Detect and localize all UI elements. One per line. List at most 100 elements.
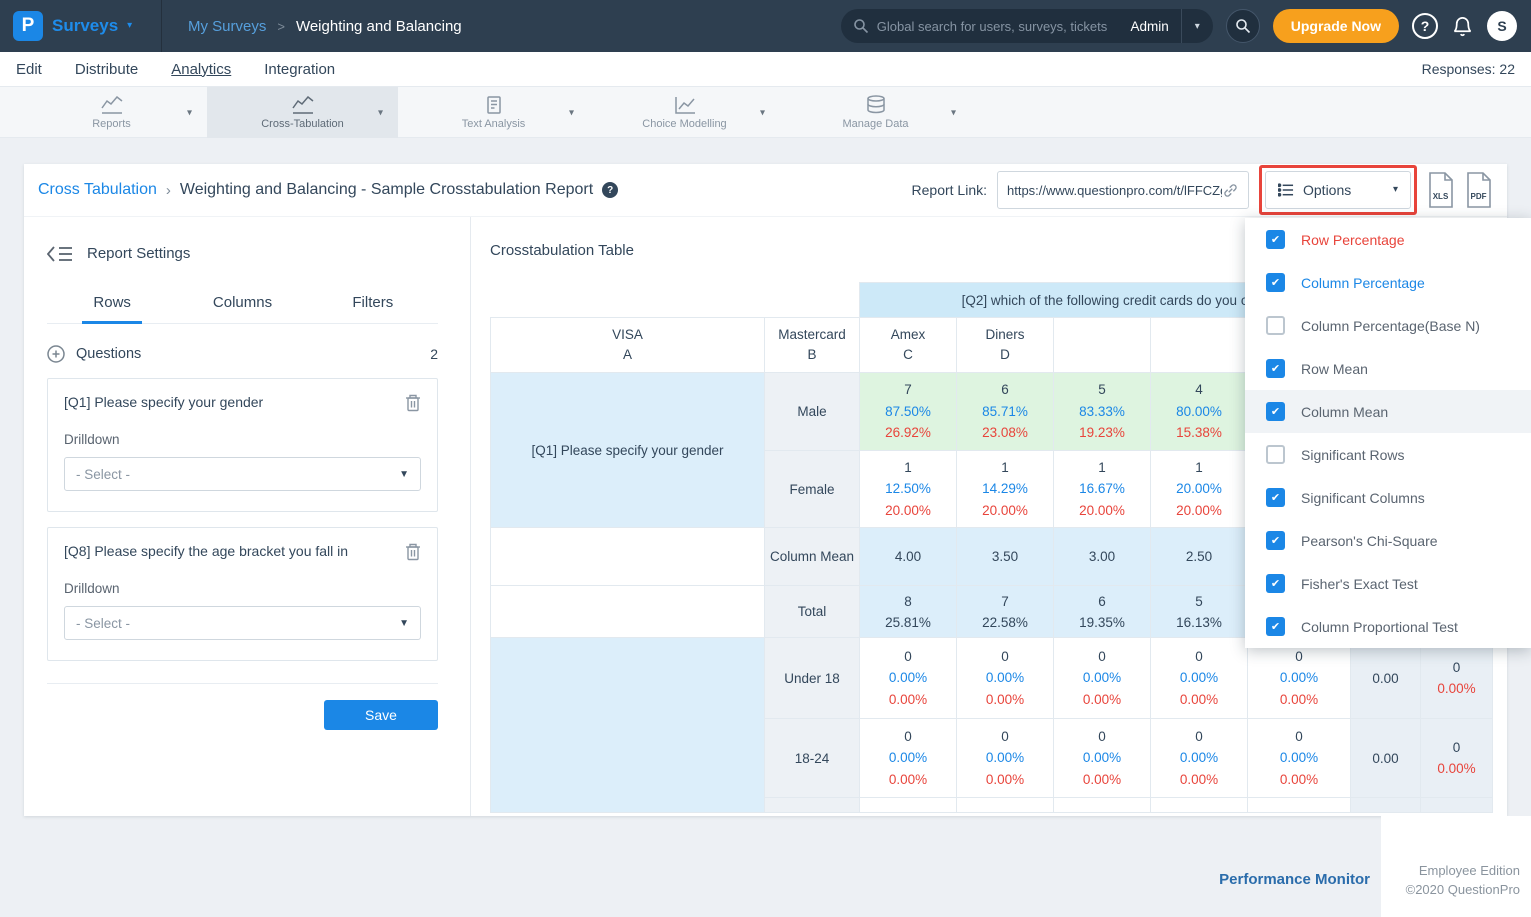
questionpro-logo[interactable]: P [13, 11, 43, 41]
report-url-input[interactable]: https://www.questionpro.com/t/lFFCZg [997, 171, 1249, 209]
product-name[interactable]: Surveys [52, 16, 118, 36]
user-avatar[interactable]: S [1487, 11, 1517, 41]
upgrade-now-button[interactable]: Upgrade Now [1273, 9, 1399, 43]
questions-label: Questions [76, 346, 141, 362]
report-link-label: Report Link: [912, 182, 987, 198]
nav-integration[interactable]: Integration [264, 61, 335, 78]
breadcrumb-my-surveys[interactable]: My Surveys [188, 18, 266, 35]
menu-item-significant-rows[interactable]: Significant Rows [1245, 433, 1531, 476]
save-button[interactable]: Save [324, 700, 438, 730]
checkbox-checked-icon[interactable] [1266, 230, 1285, 249]
edition-label: Employee Edition [1406, 861, 1520, 880]
crosstab-cell: 516.13% [1151, 586, 1248, 638]
text-document-icon [483, 96, 505, 114]
checkbox-checked-icon[interactable] [1266, 531, 1285, 550]
crosstab-cell: 3.50 [957, 528, 1054, 586]
add-question-icon[interactable] [47, 345, 65, 363]
notifications-bell-icon[interactable] [1451, 15, 1474, 38]
nav-distribute[interactable]: Distribute [75, 61, 138, 78]
delete-question-icon[interactable] [405, 543, 421, 561]
ribbon-tab-reports[interactable]: Reports ▾ [16, 87, 207, 138]
menu-item-column-proportional-test[interactable]: Column Proportional Test [1245, 605, 1531, 648]
options-label: Options [1303, 182, 1351, 198]
menu-item-column-percentage-base-n[interactable]: Column Percentage(Base N) [1245, 304, 1531, 347]
menu-item-significant-columns[interactable]: Significant Columns [1245, 476, 1531, 519]
breadcrumb-current-survey: Weighting and Balancing [296, 18, 462, 35]
options-list-icon [1278, 183, 1294, 197]
pdf-label: PDF [1471, 192, 1487, 201]
menu-item-pearsons-chi-square[interactable]: Pearson's Chi-Square [1245, 519, 1531, 562]
checkbox-checked-icon[interactable] [1266, 488, 1285, 507]
chevron-down-icon[interactable]: ▾ [127, 21, 132, 31]
row-total-cell: 00.00% [1421, 719, 1493, 798]
product-switcher[interactable]: P Surveys ▾ [0, 0, 162, 52]
nav-analytics[interactable]: Analytics [171, 61, 231, 78]
export-xls-button[interactable]: XLS [1427, 172, 1455, 208]
link-icon[interactable] [1222, 182, 1239, 199]
ribbon-tab-text-analysis[interactable]: Text Analysis ▾ [398, 87, 589, 138]
chevron-down-icon: ▼ [399, 469, 409, 480]
xls-label: XLS [1433, 192, 1449, 201]
search-scope-dropdown[interactable]: ▾ [1181, 9, 1213, 43]
crosstab-cell: 00.00%0.00% [957, 719, 1054, 798]
menu-item-row-mean[interactable]: Row Mean [1245, 347, 1531, 390]
search-scope-value[interactable]: Admin [1119, 19, 1181, 34]
checkbox-checked-icon[interactable] [1266, 273, 1285, 292]
checkbox-checked-icon[interactable] [1266, 574, 1285, 593]
menu-item-row-percentage[interactable]: Row Percentage [1245, 218, 1531, 261]
crosstab-cell: 00.00%0.00% [1248, 719, 1351, 798]
help-badge-icon[interactable]: ? [602, 182, 618, 198]
tab-columns[interactable]: Columns [177, 285, 307, 323]
crosstab-cell: 00.00%0.00% [860, 638, 957, 719]
delete-question-icon[interactable] [405, 394, 421, 412]
breadcrumb: My Surveys > Weighting and Balancing [188, 18, 462, 35]
nav-edit[interactable]: Edit [16, 61, 42, 78]
cross-tabulation-breadcrumb-link[interactable]: Cross Tabulation [38, 181, 157, 199]
question-card-q1: [Q1] Please specify your gender Drilldow… [47, 378, 438, 512]
menu-item-fishers-exact-test[interactable]: Fisher's Exact Test [1245, 562, 1531, 605]
collapse-panel-icon[interactable] [47, 246, 73, 262]
performance-monitor-link[interactable]: Performance Monitor [1219, 871, 1370, 888]
chevron-down-icon[interactable]: ▾ [760, 107, 765, 118]
questions-count: 2 [430, 346, 438, 362]
menu-item-column-percentage[interactable]: Column Percentage [1245, 261, 1531, 304]
analytics-ribbon: Reports ▾ Cross-Tabulation ▾ Text Analys… [0, 87, 1531, 138]
drilldown-label: Drilldown [64, 432, 421, 447]
chevron-down-icon[interactable]: ▾ [187, 107, 192, 118]
chevron-down-icon[interactable]: ▾ [378, 107, 383, 118]
ribbon-tab-cross-tabulation[interactable]: Cross-Tabulation ▾ [207, 87, 398, 138]
search-placeholder[interactable]: Global search for users, surveys, ticket… [877, 19, 1119, 34]
global-search-input[interactable]: Global search for users, surveys, ticket… [841, 9, 1213, 43]
options-button[interactable]: Options ▾ [1265, 171, 1411, 209]
ribbon-tab-label: Reports [92, 118, 131, 130]
crosstab-cell: 00.00%0.00% [1054, 719, 1151, 798]
ribbon-tab-label: Cross-Tabulation [261, 118, 344, 130]
crosstab-cell: 00.00%0.00% [860, 719, 957, 798]
crosstab-cell: 787.50%26.92% [860, 373, 957, 451]
drilldown-select[interactable]: - Select - ▼ [64, 457, 421, 491]
ribbon-tab-manage-data[interactable]: Manage Data ▾ [780, 87, 971, 138]
help-icon[interactable]: ? [1412, 13, 1438, 39]
export-pdf-button[interactable]: PDF [1465, 172, 1493, 208]
column-header-amex: AmexC [860, 318, 957, 373]
crosstab-cell: 825.81% [860, 586, 957, 638]
options-dropdown-menu: Row Percentage Column Percentage Column … [1245, 218, 1531, 648]
checkbox-checked-icon[interactable] [1266, 617, 1285, 636]
menu-item-column-mean[interactable]: Column Mean [1245, 390, 1531, 433]
search-button[interactable] [1226, 9, 1260, 43]
drilldown-select[interactable]: - Select - ▼ [64, 606, 421, 640]
tab-filters[interactable]: Filters [308, 285, 438, 323]
clipped-row-label [765, 798, 860, 813]
chevron-down-icon[interactable]: ▾ [569, 107, 574, 118]
checkbox-checked-icon[interactable] [1266, 402, 1285, 421]
responses-count[interactable]: Responses: 22 [1422, 61, 1515, 77]
checkbox-unchecked-icon[interactable] [1266, 316, 1285, 335]
tab-rows[interactable]: Rows [47, 285, 177, 323]
checkbox-checked-icon[interactable] [1266, 359, 1285, 378]
report-actions: Report Link: https://www.questionpro.com… [912, 165, 1493, 215]
checkbox-unchecked-icon[interactable] [1266, 445, 1285, 464]
covered-header [1151, 318, 1248, 373]
report-url-value[interactable]: https://www.questionpro.com/t/lFFCZg [1007, 183, 1222, 198]
chevron-down-icon[interactable]: ▾ [951, 107, 956, 118]
ribbon-tab-choice-modelling[interactable]: Choice Modelling ▾ [589, 87, 780, 138]
